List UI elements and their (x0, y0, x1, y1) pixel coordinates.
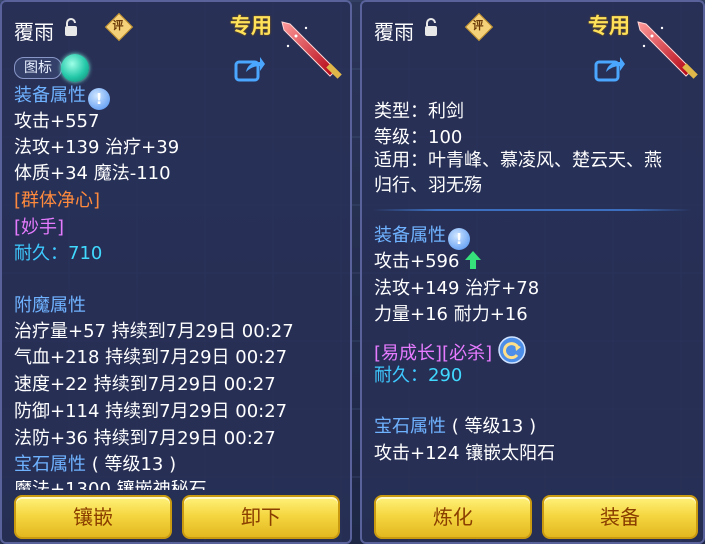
refine-button[interactable]: 炼化 (374, 495, 532, 539)
enchant-header: 附魔属性 (14, 295, 86, 316)
enchant-line: 速度+22 持续到7月29日 00:27 (14, 374, 276, 395)
equip-button[interactable]: 装备 (542, 495, 698, 539)
gem-line: 魔法+1300 镶嵌神秘石 (14, 480, 207, 490)
applicable-chars-cont: 归行、羽无殇 (374, 175, 482, 196)
info-icon[interactable]: ! (448, 228, 470, 250)
stat-up-arrow-icon (465, 251, 482, 269)
item-level: 等级：100 (374, 127, 463, 148)
enchant-line: 法防+36 持续到7月29日 00:27 (14, 428, 276, 449)
equip-attr-header: 装备属性! (374, 224, 470, 250)
enchant-line: 治疗量+57 持续到7月29日 00:27 (14, 321, 294, 342)
unlock-icon[interactable] (64, 18, 80, 38)
stat-line: 力量+16 耐力+16 (374, 304, 528, 325)
icon-toggle[interactable]: 图标 (14, 54, 92, 82)
rating-badge[interactable]: 评 (104, 12, 134, 42)
equipped-item-tooltip: 覆雨 评 专用 图标 装备属性! 攻击+557 法攻+139 治疗+39 体质+… (0, 0, 352, 544)
applicable-chars: 适用：叶青峰、慕凌风、楚云天、燕 (374, 150, 662, 171)
durability: 耐久：290 (374, 365, 463, 386)
gem-header: 宝石属性 ( 等级13 ) (374, 416, 537, 437)
special-effect-tag: [群体净心] (14, 190, 101, 211)
toggle-knob (61, 54, 89, 82)
gem-line: 攻击+124 镶嵌太阳石 (374, 443, 556, 464)
stat-line: 攻击+596 (374, 250, 482, 274)
stat-line: 攻击+557 (14, 111, 100, 132)
item-name: 覆雨 (374, 20, 414, 44)
icon-toggle-label: 图标 (14, 57, 62, 79)
stat-line: 法攻+139 治疗+39 (14, 137, 180, 158)
durability: 耐久：710 (14, 243, 103, 264)
stat-line: 体质+34 魔法-110 (14, 163, 171, 184)
section-divider (372, 209, 692, 211)
unlock-icon[interactable] (424, 18, 440, 38)
share-icon[interactable] (234, 54, 266, 82)
enchant-line: 防御+114 持续到7月29日 00:27 (14, 401, 288, 422)
gem-line-clipped: 魔法+1300 镶嵌神秘石 (2, 480, 350, 490)
share-icon[interactable] (594, 54, 626, 82)
refresh-icon[interactable] (498, 336, 526, 364)
remove-button[interactable]: 卸下 (182, 495, 340, 539)
special-skill-tag: [妙手] (14, 217, 65, 238)
rating-badge[interactable]: 评 (464, 12, 494, 42)
exclusive-label: 专用 (230, 14, 272, 38)
special-tags: [易成长][必杀] (374, 336, 526, 366)
info-icon[interactable]: ! (88, 88, 110, 110)
equip-attr-header: 装备属性! (14, 84, 110, 110)
gem-header: 宝石属性 ( 等级13 ) (14, 454, 177, 475)
compare-item-tooltip: 覆雨 评 专用 类型：利剑 等级：100 适用：叶青峰、慕凌风、楚云天、燕 归行… (360, 0, 705, 544)
enchant-line: 气血+218 持续到7月29日 00:27 (14, 347, 288, 368)
sword-icon (281, 21, 342, 79)
item-name: 覆雨 (14, 20, 54, 44)
inlay-button[interactable]: 镶嵌 (14, 495, 172, 539)
sword-icon (637, 21, 698, 79)
exclusive-label: 专用 (588, 14, 630, 38)
item-type: 类型：利剑 (374, 101, 464, 122)
stat-line: 法攻+149 治疗+78 (374, 278, 540, 299)
